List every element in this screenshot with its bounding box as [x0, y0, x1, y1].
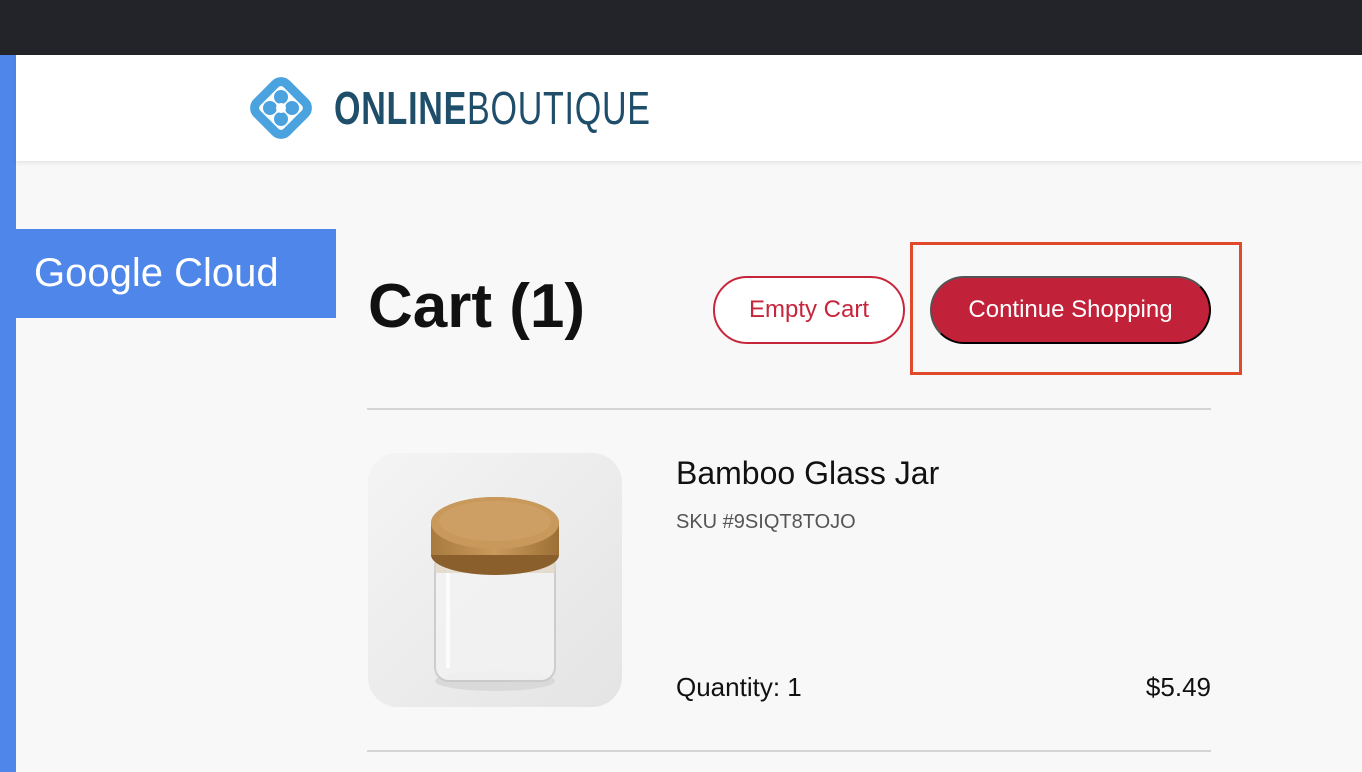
cart-title: Cart (1): [368, 272, 586, 341]
browser-top-bar: [0, 0, 1362, 55]
product-sku: SKU #9SIQT8TOJO: [676, 511, 856, 533]
logo-wordmark: ONLINEBOUTIQUE: [334, 85, 651, 131]
product-name[interactable]: Bamboo Glass Jar: [676, 455, 939, 492]
product-image[interactable]: [368, 453, 622, 707]
site-header: ONLINEBOUTIQUE: [16, 55, 1362, 161]
logo-text-light: BOUTIQUE: [467, 82, 651, 134]
left-accent-bar: [0, 55, 16, 772]
empty-cart-button[interactable]: Empty Cart: [713, 276, 905, 344]
logo-text-bold: ONLINE: [334, 82, 468, 134]
product-quantity: Quantity: 1: [676, 672, 802, 702]
online-boutique-logo-icon: [250, 77, 312, 139]
product-price: $5.49: [1145, 672, 1211, 702]
online-boutique-logo[interactable]: ONLINEBOUTIQUE: [246, 73, 762, 143]
continue-shopping-button[interactable]: Continue Shopping: [930, 276, 1211, 344]
cart-divider-bottom: [367, 750, 1211, 752]
bamboo-glass-jar-image: [368, 453, 622, 707]
cart-divider-top: [367, 408, 1211, 410]
google-cloud-badge: Google Cloud: [16, 229, 336, 318]
